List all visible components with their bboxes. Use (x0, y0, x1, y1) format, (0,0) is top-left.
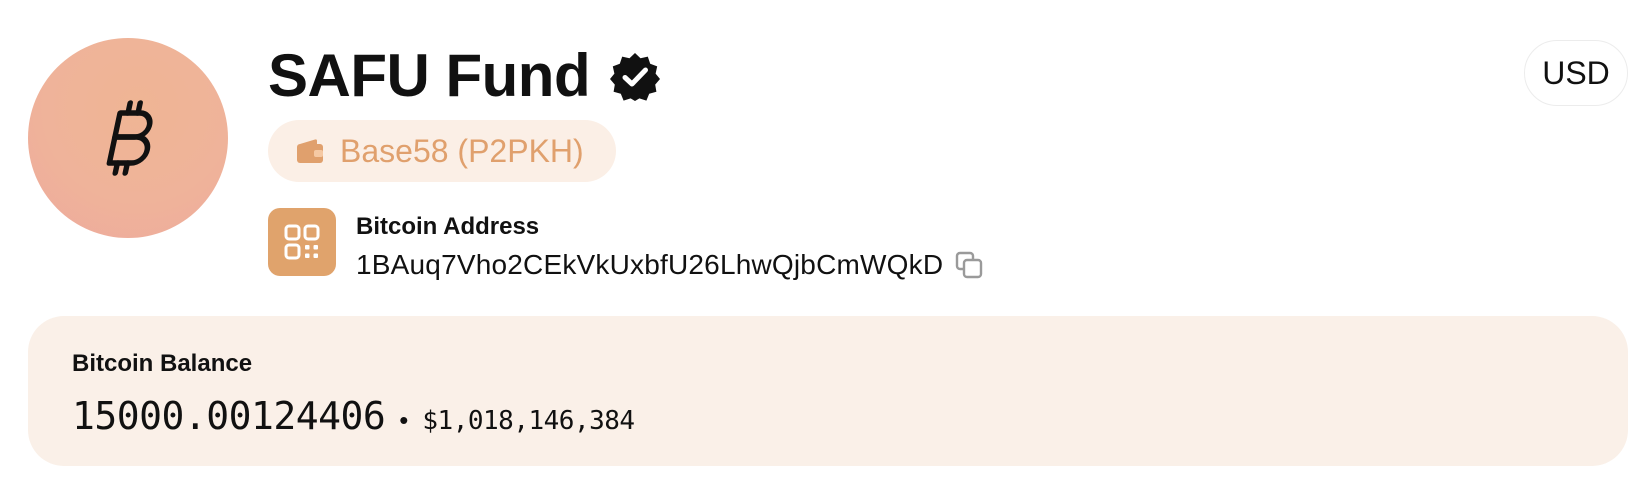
title-row: SAFU Fund (268, 40, 661, 112)
copy-icon[interactable] (955, 251, 983, 279)
address-value[interactable]: 1BAuq7Vho2CEkVkUxbfU26LhwQjbCmWQkD (356, 248, 943, 282)
balance-card: Bitcoin Balance 15000.00124406 • $1,018,… (28, 316, 1628, 466)
qr-code-icon (284, 224, 320, 260)
address-section: Bitcoin Address 1BAuq7Vho2CEkVkUxbfU26Lh… (268, 208, 983, 282)
address-line: 1BAuq7Vho2CEkVkUxbfU26LhwQjbCmWQkD (356, 248, 983, 282)
currency-toggle-button[interactable]: USD (1524, 40, 1628, 106)
address-label: Bitcoin Address (356, 213, 540, 240)
wallet-icon (297, 139, 323, 163)
balance-separator: • (399, 405, 409, 435)
address-type-label: Base58 (P2PKH) (340, 132, 584, 169)
balance-fiat: $1,018,146,384 (422, 406, 635, 436)
balance-label: Bitcoin Balance (72, 350, 253, 377)
address-type-badge: Base58 (P2PKH) (268, 120, 616, 182)
address-text: Bitcoin Address 1BAuq7Vho2CEkVkUxbfU26Lh… (356, 208, 983, 282)
qr-code-button[interactable] (268, 208, 336, 276)
avatar (28, 38, 228, 238)
balance-line: 15000.00124406 • $1,018,146,384 (72, 394, 635, 438)
wallet-page: SAFU Fund Base58 (P2PKH) Bitcoin Address… (0, 0, 1652, 500)
page-title: SAFU Fund (268, 42, 591, 109)
balance-btc: 15000.00124406 (72, 394, 386, 438)
bitcoin-icon (106, 100, 153, 176)
verified-badge-icon (610, 53, 661, 101)
